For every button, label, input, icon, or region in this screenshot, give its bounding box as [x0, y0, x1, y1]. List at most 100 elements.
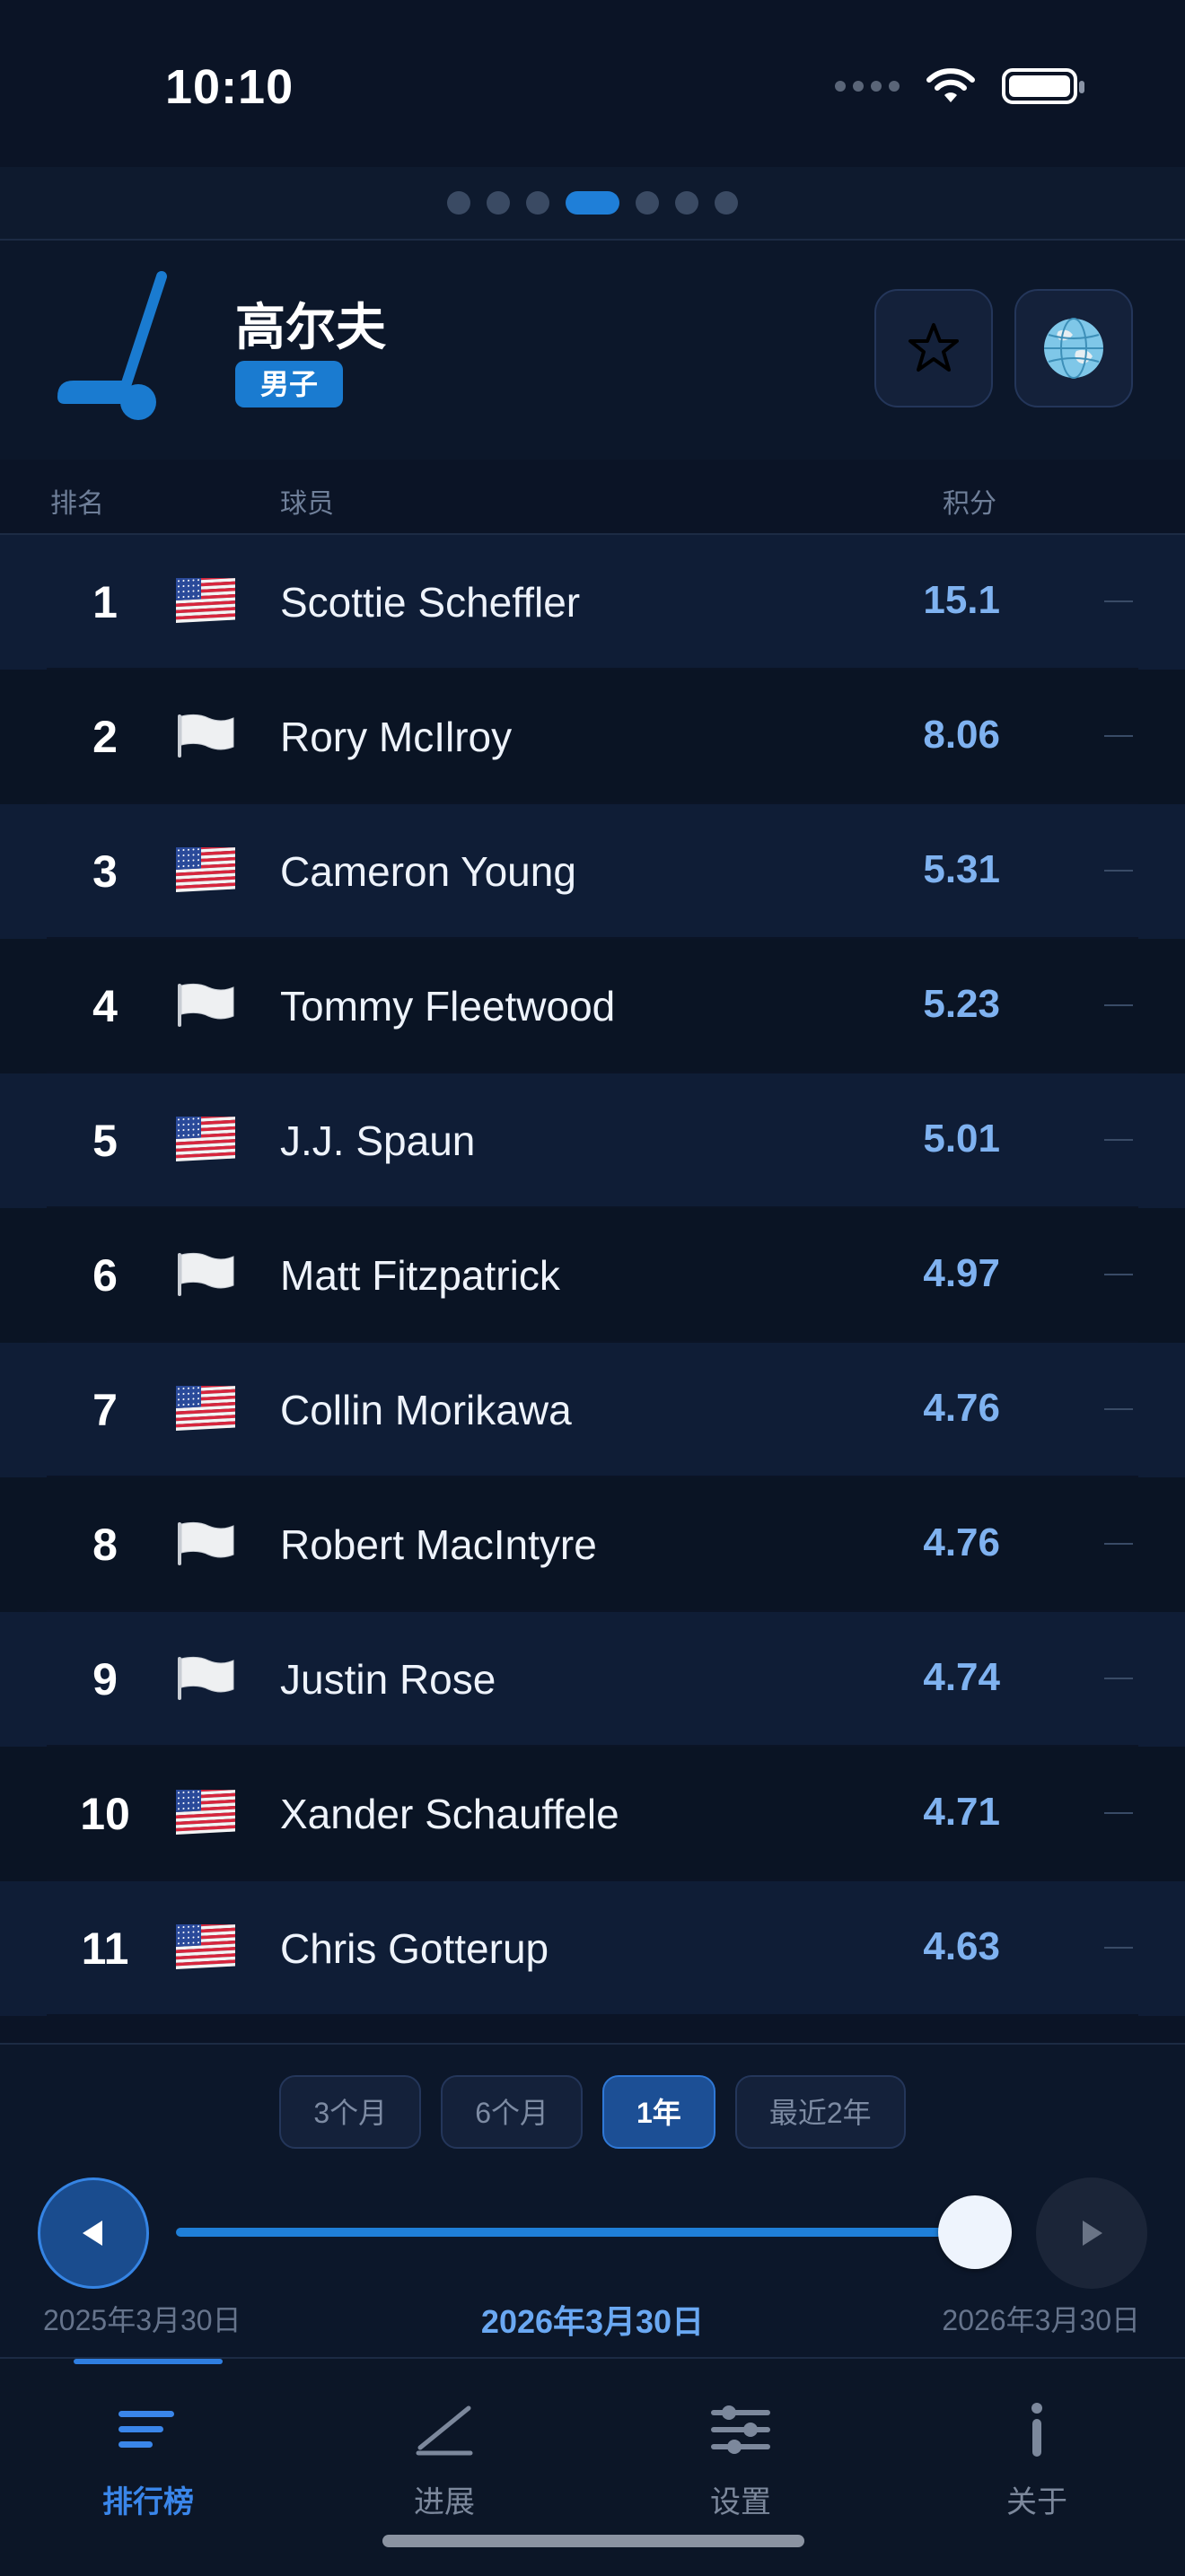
globe-icon: [1044, 318, 1103, 379]
table-row[interactable]: 8 Robert MacIntyre 4.76: [0, 1477, 1185, 1612]
table-row[interactable]: 10 Xander Schauffele 4.71: [0, 1747, 1185, 1881]
table-row[interactable]: 7 Collin Morikawa 4.76: [0, 1343, 1185, 1477]
player-name: Chris Gotterup: [280, 1925, 549, 1972]
rank-number: 2: [92, 712, 118, 762]
golf-club-icon: [57, 271, 167, 420]
rank-number: 6: [92, 1250, 118, 1301]
rank-number: 8: [92, 1520, 118, 1570]
favorite-button[interactable]: [874, 289, 993, 407]
player-points: 8.06: [923, 713, 1000, 757]
white-flag-icon: [178, 714, 234, 758]
tab-rankings[interactable]: 排行榜: [0, 2398, 296, 2521]
rank-number: 11: [81, 1923, 129, 1974]
timeline-slider-thumb[interactable]: [938, 2195, 1012, 2269]
tab-progress[interactable]: 进展: [296, 2398, 592, 2521]
player-points: 5.31: [923, 847, 1000, 891]
rank-column-header: 排名: [50, 489, 104, 519]
player-name: Justin Rose: [280, 1656, 496, 1703]
play-right-icon: [1083, 2221, 1102, 2246]
trend-dash-icon: [1104, 1139, 1133, 1141]
rank-number: 5: [92, 1116, 118, 1166]
player-name: Rory McIlroy: [280, 714, 513, 760]
page-dot[interactable]: [526, 191, 549, 215]
trend-dash-icon: [1104, 1274, 1133, 1275]
white-flag-icon: [178, 983, 234, 1027]
active-tab-indicator: [74, 2359, 223, 2364]
tab-progress-label: 进展: [414, 2485, 475, 2519]
player-points: 4.76: [923, 1386, 1000, 1430]
trend-dash-icon: [1104, 1678, 1133, 1679]
player-points: 5.01: [923, 1117, 1000, 1161]
rank-number: 3: [92, 846, 118, 897]
tab-rankings-label: 排行榜: [102, 2485, 194, 2519]
white-flag-icon: [178, 1252, 234, 1296]
tab-settings[interactable]: 设置: [592, 2398, 889, 2521]
ranking-list: 1 Scottie Scheffler 15.1 2 Rory McIlroy 8.06 3…: [0, 535, 1185, 2016]
previous-button[interactable]: [38, 2177, 149, 2289]
page-dot[interactable]: [566, 191, 619, 215]
player-name: J.J. Spaun: [280, 1117, 476, 1164]
region-button[interactable]: [1014, 289, 1133, 407]
white-flag-icon: [178, 1656, 234, 1700]
table-row[interactable]: 6 Matt Fitzpatrick 4.97: [0, 1208, 1185, 1343]
timeline-panel: 3个月 6个月 1年 最近2年 2025年3月30日 2026年3月30日 2026年…: [0, 2043, 1185, 2359]
page-dot[interactable]: [636, 191, 659, 215]
table-row[interactable]: 3 Cameron Young 5.31: [0, 804, 1185, 939]
tab-about[interactable]: 关于: [889, 2398, 1185, 2521]
rank-number: 10: [80, 1789, 130, 1839]
next-button[interactable]: [1036, 2177, 1147, 2289]
star-icon: [908, 323, 959, 372]
page-dot[interactable]: [715, 191, 738, 215]
table-row[interactable]: 2 Rory McIlroy 8.06: [0, 670, 1185, 804]
time-range-button[interactable]: 6个月: [441, 2075, 583, 2149]
player-points: 4.74: [923, 1655, 1000, 1699]
player-points: 4.71: [923, 1790, 1000, 1834]
end-date-label: 2026年3月30日: [942, 2304, 1140, 2336]
trend-dash-icon: [1104, 1004, 1133, 1006]
status-bar: 10:10: [0, 0, 1185, 167]
rank-number: 4: [92, 981, 118, 1031]
table-row[interactable]: 11 Chris Gotterup 4.63: [0, 1881, 1185, 2016]
status-icons: [835, 66, 1084, 106]
page-dot[interactable]: [447, 191, 470, 215]
table-row[interactable]: 4 Tommy Fleetwood 5.23: [0, 939, 1185, 1073]
rank-number: 7: [92, 1385, 118, 1435]
sport-header: 高尔夫 男子: [0, 239, 1185, 461]
table-row[interactable]: 5 J.J. Spaun 5.01: [0, 1073, 1185, 1208]
table-row[interactable]: 1 Scottie Scheffler 15.1: [0, 535, 1185, 670]
time-range-button[interactable]: 1年: [602, 2075, 715, 2149]
page-indicator[interactable]: [0, 167, 1185, 239]
player-points: 15.1: [923, 578, 1000, 622]
timeline-slider-track[interactable]: [176, 2228, 975, 2237]
page-dot[interactable]: [487, 191, 510, 215]
table-row[interactable]: 9 Justin Rose 4.74: [0, 1612, 1185, 1747]
us-flag-icon: [176, 1386, 235, 1431]
player-name: Xander Schauffele: [280, 1791, 619, 1837]
player-name: Collin Morikawa: [280, 1387, 572, 1433]
tab-about-label: 关于: [1006, 2485, 1067, 2519]
info-icon: [1031, 2403, 1042, 2457]
time-range-button[interactable]: 3个月: [279, 2075, 422, 2149]
trend-dash-icon: [1104, 600, 1133, 602]
us-flag-icon: [176, 847, 235, 892]
player-points: 4.97: [923, 1251, 1000, 1295]
trend-dash-icon: [1104, 1408, 1133, 1410]
tab-settings-label: 设置: [710, 2485, 771, 2519]
time-range-button[interactable]: 最近2年: [734, 2075, 906, 2149]
us-flag-icon: [176, 1790, 235, 1835]
trend-dash-icon: [1104, 1812, 1133, 1814]
trend-dash-icon: [1104, 870, 1133, 872]
time-range-selector: 3个月 6个月 1年 最近2年: [0, 2075, 1185, 2149]
player-name: Tommy Fleetwood: [280, 983, 616, 1030]
sliders-icon: [711, 2405, 770, 2454]
points-column-header: 积分: [943, 489, 996, 519]
us-flag-icon: [176, 578, 235, 623]
play-left-icon: [83, 2221, 102, 2246]
trend-dash-icon: [1104, 1947, 1133, 1949]
page-dot[interactable]: [675, 191, 698, 215]
player-name: Cameron Young: [280, 848, 576, 895]
home-indicator: [382, 2535, 804, 2547]
white-flag-icon: [178, 1521, 234, 1565]
gender-badge[interactable]: 男子: [235, 361, 344, 407]
player-column-header: 球员: [280, 489, 334, 519]
